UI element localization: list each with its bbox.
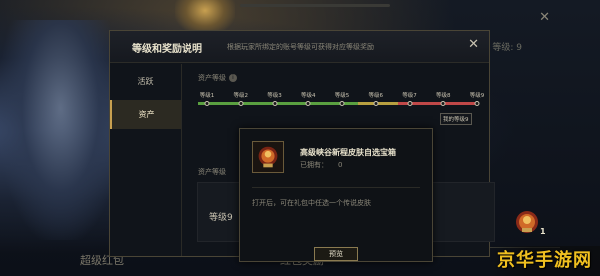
item-detail-popup: 高级峡谷新程皮肤自选宝箱 已拥有： 0 打开后，可在礼包中任选一个传说皮肤 预览 [239, 128, 433, 262]
top-slider [240, 4, 390, 7]
level-tick-label: 等级5 [334, 93, 350, 99]
modal-sidebar: 活跃 资产 [110, 64, 182, 256]
popup-divider [252, 187, 420, 188]
level-tick-label: 等级8 [436, 93, 451, 99]
level-tick-label: 等级9 [469, 93, 485, 99]
level-tick-label: 等级7 [402, 93, 417, 99]
watermark: 京华手游网 [488, 246, 600, 276]
treasure-chest-icon[interactable] [512, 207, 542, 237]
modal-header: 等级和奖励说明 根据玩家所绑定的账号等级可获得对应等级奖励 ✕ [110, 31, 489, 63]
level-tick-label: 等级4 [301, 93, 316, 99]
preview-button[interactable]: 预览 [314, 247, 358, 261]
modal-title: 等级和奖励说明 [132, 44, 202, 55]
info-icon[interactable]: i [229, 74, 237, 82]
level-tick-dot [440, 101, 446, 106]
popup-title: 高级峡谷新程皮肤自选宝箱 [300, 148, 396, 157]
level-tick-dot [373, 101, 379, 106]
close-icon[interactable]: ✕ [468, 37, 479, 52]
level-tick-dot [204, 101, 210, 106]
level-tick-dot [474, 101, 480, 106]
background-level-text: 等级: 9 [492, 43, 522, 53]
sidebar-item-active[interactable]: 活跃 [110, 67, 181, 96]
level-tick-dot [407, 101, 412, 106]
track-segment-green [198, 102, 358, 105]
reward-count: 1 [540, 227, 546, 236]
owned-count: 已拥有： 0 [300, 160, 342, 170]
level-tick-label: 等级2 [233, 93, 249, 99]
background-close-icon[interactable]: ✕ [539, 10, 550, 25]
asset-reward-label: 资产等级 [198, 168, 226, 176]
owned-label: 已拥有： [300, 161, 328, 169]
level-tick-dot [305, 101, 311, 106]
asset-level-label-text: 资产等级 [198, 74, 226, 82]
level-tick-dot [272, 101, 277, 106]
watermark-text: 京华手游网 [497, 250, 592, 271]
modal-subtitle: 根据玩家所绑定的账号等级可获得对应等级奖励 [227, 43, 374, 51]
skin-chest-icon [252, 141, 284, 173]
level-reward-text: 等级9 [209, 213, 233, 223]
popup-description: 打开后，可在礼包中任选一个传说皮肤 [252, 199, 371, 207]
level-tick-label: 等级1 [199, 93, 215, 99]
owned-value: 0 [338, 161, 343, 169]
asset-level-label: 资产等级 i [198, 73, 237, 83]
hero-artwork [0, 20, 110, 240]
my-level-badge: 我的等级9 [440, 113, 472, 125]
level-tick-dot [238, 101, 244, 106]
level-tick-label: 等级3 [267, 93, 282, 99]
sidebar-item-assets[interactable]: 资产 [110, 100, 181, 129]
level-tick-label: 等级6 [368, 93, 384, 99]
level-tick-dot [339, 101, 345, 106]
